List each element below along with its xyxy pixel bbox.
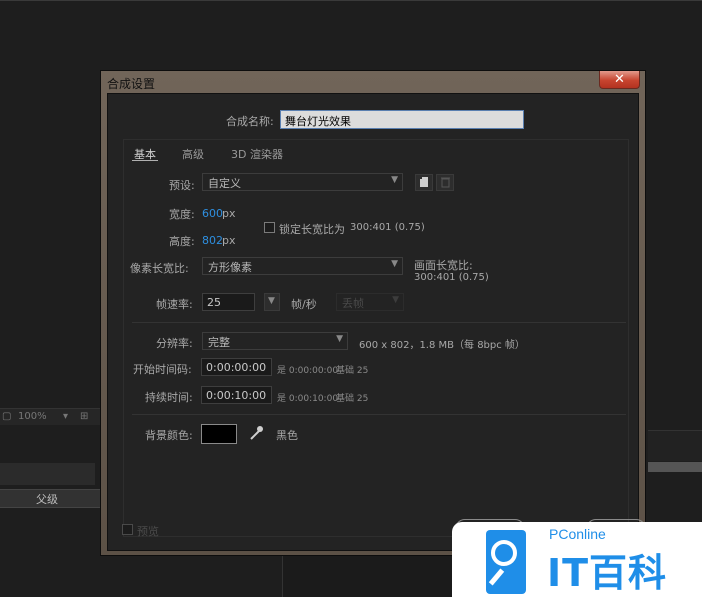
preset-value: 自定义 — [208, 177, 241, 190]
composition-settings-dialog: 合成设置 ✕ 合成名称: 舞台灯光效果 基本 高级 3D 渲染器 预设: 自定义… — [100, 70, 646, 556]
preview-label: 预览 — [137, 525, 159, 538]
drop-frame-value: 丢帧 — [342, 297, 364, 310]
logo-handle — [488, 568, 505, 586]
duration-input[interactable]: 0:00:10:00 — [201, 386, 272, 404]
eyedropper-button[interactable] — [247, 424, 265, 442]
bg-color-name: 黑色 — [276, 429, 298, 442]
preset-label: 预设: — [169, 179, 195, 192]
resolution-label: 分辨率: — [156, 337, 193, 350]
dialog-titlebar[interactable]: 合成设置 ✕ — [101, 71, 645, 93]
duration-base: 基础 25 — [336, 394, 369, 404]
frame-rate-unit: 帧/秒 — [291, 298, 317, 311]
pconline-watermark: PConline IT百科 — [452, 522, 702, 597]
tab-advanced[interactable]: 高级 — [182, 146, 204, 162]
frame-aspect-label: 画面长宽比: — [414, 259, 473, 272]
viewer-toolbar-icon[interactable]: ▢ — [2, 411, 11, 422]
zoom-level[interactable]: 100% — [18, 411, 47, 422]
width-value[interactable]: 600 — [202, 207, 223, 220]
parent-column-header[interactable]: 父级 — [36, 491, 58, 507]
comp-name-input[interactable]: 舞台灯光效果 — [280, 110, 524, 129]
save-preset-icon — [420, 177, 428, 187]
height-unit: px — [222, 234, 236, 247]
width-label: 宽度: — [169, 208, 195, 221]
dialog-title: 合成设置 — [107, 77, 156, 91]
right-panel — [648, 430, 702, 461]
height-label: 高度: — [169, 235, 195, 248]
pixel-aspect-label: 像素长宽比: — [130, 262, 189, 275]
duration-label: 持续时间: — [145, 391, 193, 404]
lock-aspect-ratio: 300:401 (0.75) — [350, 222, 425, 233]
grid-icon[interactable]: ⊞ — [80, 411, 88, 422]
logo-circle — [491, 540, 517, 566]
watermark-brand: PConline — [549, 526, 606, 542]
resolution-info: 600 x 802，1.8 MB（每 8bpc 帧） — [359, 340, 525, 351]
separator — [132, 322, 626, 323]
start-timecode-input[interactable]: 0:00:00:00 — [201, 358, 272, 376]
delete-preset-button[interactable] — [436, 174, 454, 191]
lock-aspect-checkbox[interactable] — [264, 222, 275, 233]
comp-name-label: 合成名称: — [226, 115, 274, 128]
viewer-toolbar: ▢ 100% ▾ ⊞ — [0, 408, 100, 425]
frame-rate-input[interactable]: 25 — [202, 293, 255, 311]
frame-rate-dropdown-button[interactable]: ▼ — [264, 293, 280, 311]
right-panel-bar — [648, 462, 702, 472]
drop-frame-dropdown: 丢帧 ▼ — [336, 293, 404, 311]
dialog-body: 合成名称: 舞台灯光效果 基本 高级 3D 渲染器 预设: 自定义 ▼ 宽度: … — [107, 93, 646, 551]
chevron-down-icon: ▼ — [391, 175, 398, 185]
trash-icon — [441, 177, 450, 188]
frame-aspect-value: 300:401 (0.75) — [414, 272, 489, 283]
start-timecode-label: 开始时间码: — [133, 363, 192, 376]
chevron-down-icon: ▼ — [268, 296, 275, 306]
resolution-value: 完整 — [208, 336, 230, 349]
chevron-down-icon: ▼ — [391, 259, 398, 269]
frame-rate-label: 帧速率: — [156, 298, 193, 311]
tab-3d-renderer[interactable]: 3D 渲染器 — [231, 146, 283, 162]
bg-color-label: 背景颜色: — [145, 429, 193, 442]
close-button[interactable]: ✕ — [599, 71, 640, 89]
bottom-panel — [282, 556, 453, 597]
bg-color-swatch[interactable] — [201, 424, 237, 444]
preview-checkbox[interactable] — [122, 524, 133, 535]
magnifier-logo-icon — [486, 530, 526, 594]
start-timecode-base: 基础 25 — [336, 366, 369, 376]
timeline-search-panel — [0, 463, 95, 485]
chevron-down-icon: ▼ — [392, 295, 399, 305]
pixel-aspect-value: 方形像素 — [208, 261, 252, 274]
start-timecode-equals: 是 0:00:00:00 — [277, 366, 339, 376]
resolution-dropdown[interactable]: 完整 ▼ — [202, 332, 348, 350]
chevron-down-icon: ▼ — [336, 334, 343, 344]
save-preset-button[interactable] — [415, 174, 433, 191]
duration-equals: 是 0:00:10:00 — [277, 394, 339, 404]
watermark-title: IT百科 — [547, 551, 668, 595]
active-tab-indicator — [132, 160, 158, 161]
timeline-header-row: 父级 — [0, 489, 100, 508]
lock-aspect-label: 锁定长宽比为 — [279, 223, 345, 236]
eyedropper-icon — [250, 426, 263, 440]
separator — [132, 414, 626, 415]
height-value[interactable]: 802 — [202, 234, 223, 247]
app-top-border — [0, 0, 702, 1]
width-unit: px — [222, 207, 236, 220]
preset-dropdown[interactable]: 自定义 ▼ — [202, 173, 403, 191]
pixel-aspect-dropdown[interactable]: 方形像素 ▼ — [202, 257, 403, 275]
chevron-down-icon[interactable]: ▾ — [63, 411, 68, 422]
